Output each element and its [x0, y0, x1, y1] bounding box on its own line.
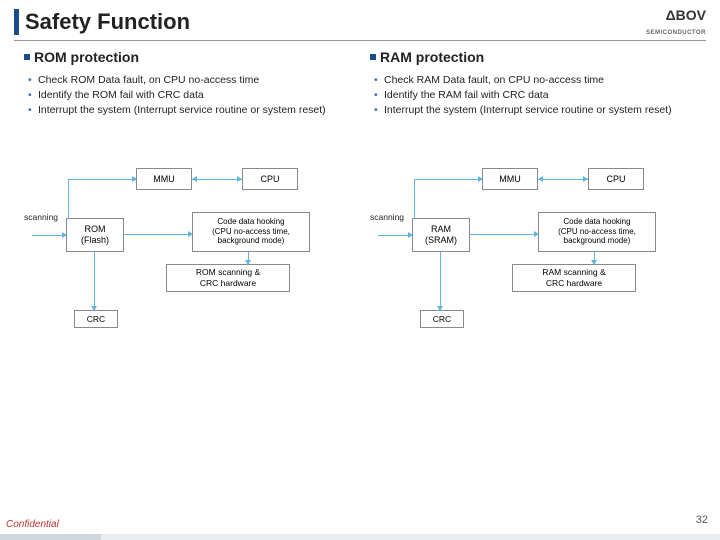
bullets-ram: Check RAM Data fault, on CPU no-access t…	[370, 73, 696, 118]
arrow-down-icon	[591, 260, 597, 265]
diagram-rom: MMU CPU scanning ROM (Flash) Code data h…	[24, 140, 350, 370]
title-wrap: Safety Function	[14, 9, 190, 35]
arrow-right-icon	[534, 231, 539, 237]
arrow-right-icon	[62, 232, 67, 238]
arrow-line	[538, 179, 588, 180]
arrow-line	[440, 252, 441, 310]
logo-text: ΔBOV	[666, 7, 706, 23]
footer-bar	[0, 534, 720, 540]
confidential-label: Confidential	[6, 519, 59, 530]
bullet-square-icon	[24, 54, 30, 60]
arrow-line	[378, 235, 412, 236]
crc-box: CRC	[420, 310, 464, 328]
arrow-down-icon	[437, 306, 443, 311]
col-ram: RAM protection Check RAM Data fault, on …	[370, 49, 696, 370]
bullets-rom: Check ROM Data fault, on CPU no-access t…	[24, 73, 350, 118]
bullet-item: Check ROM Data fault, on CPU no-access t…	[38, 73, 350, 87]
bullet-item: Check RAM Data fault, on CPU no-access t…	[384, 73, 696, 87]
scanning-label: scanning	[370, 212, 404, 222]
cpu-box: CPU	[588, 168, 644, 190]
arrow-left-icon	[538, 176, 543, 182]
arrow-left-icon	[192, 176, 197, 182]
arrow-right-icon	[478, 176, 483, 182]
bullet-item: Identify the RAM fail with CRC data	[384, 88, 696, 102]
subhead-ram: RAM protection	[370, 49, 696, 65]
scan-box-text: ROM scanning & CRC hardware	[196, 267, 260, 287]
arrow-line	[32, 235, 66, 236]
arrow-right-icon	[188, 231, 193, 237]
diagram-ram: MMU CPU scanning RAM (SRAM) Code data ho…	[370, 140, 696, 370]
arrow-down-icon	[245, 260, 251, 265]
scanning-label: scanning	[24, 212, 58, 222]
scan-box: ROM scanning & CRC hardware	[166, 264, 290, 292]
rom-box: ROM (Flash)	[66, 218, 124, 252]
arrow-line	[68, 179, 136, 180]
bullet-item: Identify the ROM fail with CRC data	[38, 88, 350, 102]
mmu-box: MMU	[482, 168, 538, 190]
heading-ram: RAM protection	[380, 49, 484, 65]
arrow-line	[94, 252, 95, 310]
logo-sub: SEMICONDUCTOR	[646, 30, 706, 36]
heading-rom: ROM protection	[34, 49, 139, 65]
cpu-box: CPU	[242, 168, 298, 190]
title-bar: Safety Function ΔBOV SEMICONDUCTOR	[0, 0, 720, 40]
hook-box: Code data hooking (CPU no-access time, b…	[538, 212, 656, 252]
arrow-right-icon	[132, 176, 137, 182]
bullet-item: Interrupt the system (Interrupt service …	[384, 103, 696, 117]
arrow-line	[68, 179, 69, 219]
scan-box-text: RAM scanning & CRC hardware	[542, 267, 605, 287]
arrow-line	[124, 234, 192, 235]
arrow-line	[414, 179, 482, 180]
hook-box-text: Code data hooking (CPU no-access time, b…	[558, 217, 636, 246]
subhead-rom: ROM protection	[24, 49, 350, 65]
scan-box: RAM scanning & CRC hardware	[512, 264, 636, 292]
arrow-right-icon	[237, 176, 242, 182]
arrow-right-icon	[583, 176, 588, 182]
page-number: 32	[696, 514, 708, 526]
hook-box-text: Code data hooking (CPU no-access time, b…	[212, 217, 290, 246]
title-accent	[14, 9, 19, 35]
arrow-line	[470, 234, 538, 235]
divider	[14, 40, 706, 41]
ram-box-text: RAM (SRAM)	[425, 224, 457, 246]
ram-box: RAM (SRAM)	[412, 218, 470, 252]
page-title: Safety Function	[25, 9, 190, 35]
col-rom: ROM protection Check ROM Data fault, on …	[24, 49, 350, 370]
footer-seg	[101, 534, 720, 540]
hook-box: Code data hooking (CPU no-access time, b…	[192, 212, 310, 252]
arrow-right-icon	[408, 232, 413, 238]
arrow-down-icon	[91, 306, 97, 311]
footer-seg	[0, 534, 101, 540]
rom-box-text: ROM (Flash)	[81, 224, 109, 246]
mmu-box: MMU	[136, 168, 192, 190]
brand-logo: ΔBOV SEMICONDUCTOR	[646, 8, 706, 36]
bullet-square-icon	[370, 54, 376, 60]
arrow-line	[192, 179, 242, 180]
columns: ROM protection Check ROM Data fault, on …	[0, 49, 720, 370]
bullet-item: Interrupt the system (Interrupt service …	[38, 103, 350, 117]
crc-box: CRC	[74, 310, 118, 328]
arrow-line	[414, 179, 415, 219]
